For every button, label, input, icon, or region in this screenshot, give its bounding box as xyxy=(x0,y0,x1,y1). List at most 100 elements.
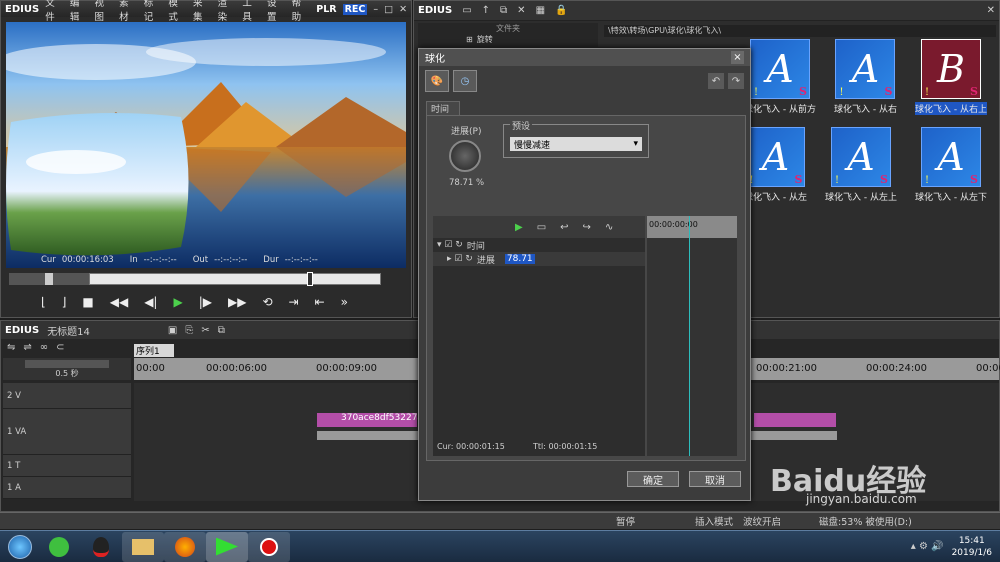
track-header-1va[interactable]: 1 VA xyxy=(3,409,131,455)
mode-plr[interactable]: PLR xyxy=(316,4,336,15)
tray-icons[interactable]: ▴ ⚙ 🔊 xyxy=(911,541,944,552)
tree-row-time[interactable]: ▾ ☑ ↻ 时间 xyxy=(433,238,645,252)
folder-icon[interactable]: ▭ xyxy=(462,5,471,16)
edius-taskbar-icon[interactable] xyxy=(206,531,248,562)
sphere-effect-dialog: 球化 × 🎨 ◷ ↶ ↷ 时间 进展(P) 78.71 % 预设 慢慢减速 ▾ ▶… xyxy=(418,48,751,501)
ruler-label: 00:00:06:00 xyxy=(206,363,268,374)
kf-comment-icon[interactable]: ▭ xyxy=(537,222,546,233)
tree-row-progress[interactable]: ▸ ☑ ↻ 进展 78.71 xyxy=(433,252,645,266)
tree-item[interactable]: ⊞ 旋转 xyxy=(418,34,598,45)
kf-graph-icon[interactable]: ∿ xyxy=(605,222,613,233)
kf-forward-icon[interactable]: ↪ xyxy=(583,222,591,233)
copy-icon[interactable]: ⧉ xyxy=(500,5,507,16)
maximize-icon[interactable]: □ xyxy=(384,4,393,15)
link-icon[interactable]: ∞ xyxy=(40,342,48,353)
firefox-icon[interactable] xyxy=(164,531,206,562)
set-out-icon[interactable]: ⌋ xyxy=(62,295,67,309)
more-icon[interactable]: » xyxy=(341,295,348,309)
progress-knob[interactable] xyxy=(449,140,481,172)
fast-forward-icon[interactable]: ▶▶ xyxy=(228,295,246,309)
dialog-close-icon[interactable]: × xyxy=(731,51,744,64)
effect-thumb[interactable]: A! S 球化飞入 - 从左上 xyxy=(825,127,897,203)
start-button[interactable] xyxy=(2,532,38,562)
clock-icon[interactable]: ◷ xyxy=(453,70,477,92)
track-header-1a[interactable]: 1 A xyxy=(3,477,131,499)
redo-icon[interactable]: ↷ xyxy=(728,73,744,89)
tree-progress-value[interactable]: 78.71 xyxy=(504,254,535,264)
menu-capture[interactable]: 采集 xyxy=(193,0,212,23)
undo-icon[interactable]: ↶ xyxy=(708,73,724,89)
play-icon[interactable]: ▶ xyxy=(173,295,182,309)
rewind-icon[interactable]: ◀◀ xyxy=(110,295,128,309)
cancel-button[interactable]: 取消 xyxy=(689,471,741,487)
video-clip-tail[interactable] xyxy=(754,413,836,427)
record-icon[interactable] xyxy=(248,531,290,562)
menu-clip[interactable]: 素材 xyxy=(119,0,138,23)
dialog-toolbar: 🎨 ◷ ↶ ↷ xyxy=(419,66,750,96)
menu-view[interactable]: 视图 xyxy=(94,0,113,23)
dur-label: Dur xyxy=(263,255,279,265)
shuttle-slider[interactable] xyxy=(9,273,89,285)
explorer-icon[interactable] xyxy=(122,531,164,562)
delete-icon[interactable]: ✕ xyxy=(517,5,525,16)
palette-icon[interactable]: 🎨 xyxy=(425,70,449,92)
paste-icon[interactable]: ⧉ xyxy=(218,325,225,336)
keyframe-graph[interactable]: 00:00:00:00 xyxy=(647,216,737,456)
insert-icon[interactable]: ⇥ xyxy=(289,295,299,309)
lock-icon[interactable]: 🔒 xyxy=(555,5,567,16)
menu-mode[interactable]: 模式 xyxy=(168,0,187,23)
kf-cur: Cur: 00:00:01:15 xyxy=(437,442,505,451)
transport-controls: ⌊ ⌋ ■ ◀◀ ◀| ▶ |▶ ▶▶ ⟲ ⇥ ⇤ » xyxy=(41,295,348,309)
up-icon[interactable]: ↑ xyxy=(482,5,490,16)
menu-edit[interactable]: 编辑 xyxy=(70,0,89,23)
effect-thumb[interactable]: A! S 球化飞入 - 从左 xyxy=(744,127,807,203)
stop-icon[interactable]: ■ xyxy=(82,295,93,309)
effect-thumb[interactable]: A! S 球化飞入 - 从左下 xyxy=(915,127,987,203)
step-back-icon[interactable]: ◀| xyxy=(144,295,157,309)
cur-label: Cur xyxy=(41,255,56,265)
effect-thumb[interactable]: A! S 球化飞入 - 从前方 xyxy=(744,39,816,115)
save-icon[interactable]: ⎘ xyxy=(185,325,193,336)
menu-settings[interactable]: 设置 xyxy=(267,0,286,23)
preview-monitor[interactable] xyxy=(6,22,406,268)
kf-playhead[interactable] xyxy=(689,216,690,456)
clock[interactable]: 15:41 2019/1/6 xyxy=(952,535,992,559)
position-scrubber[interactable] xyxy=(89,272,381,286)
track-name: 2 V xyxy=(7,390,21,401)
mode-rec[interactable]: REC xyxy=(342,3,368,15)
overwrite-icon[interactable]: ⇤ xyxy=(315,295,325,309)
close-icon[interactable]: ✕ xyxy=(399,4,407,15)
group-icon[interactable]: ⊂ xyxy=(56,342,64,353)
kf-play-icon[interactable]: ▶ xyxy=(515,222,523,233)
minimize-icon[interactable]: – xyxy=(373,4,378,15)
sync-icon[interactable]: ⇌ xyxy=(23,342,31,353)
effect-thumb-selected[interactable]: B! S 球化飞入 - 从右上 xyxy=(914,39,987,115)
loop-icon[interactable]: ⟲ xyxy=(262,295,272,309)
preset-dropdown[interactable]: 慢慢减速 ▾ xyxy=(510,137,642,151)
qq-icon[interactable] xyxy=(80,532,122,562)
mode-icon[interactable]: ⇋ xyxy=(7,342,15,353)
menu-marker[interactable]: 标记 xyxy=(144,0,163,23)
sequence-tab[interactable]: 序列1 xyxy=(134,344,174,357)
menu-file[interactable]: 文件 xyxy=(45,0,64,23)
menu-render[interactable]: 渲染 xyxy=(218,0,237,23)
browser-360-icon[interactable] xyxy=(38,532,80,562)
ok-button[interactable]: 确定 xyxy=(627,471,679,487)
set-in-icon[interactable]: ⌊ xyxy=(41,295,46,309)
effect-thumb[interactable]: A! S 球化飞入 - 从右 xyxy=(834,39,897,115)
cut-icon[interactable]: ✂ xyxy=(201,325,209,336)
menu-help[interactable]: 帮助 xyxy=(292,0,311,23)
tab-time[interactable]: 时间 xyxy=(426,101,460,115)
menu-tools[interactable]: 工具 xyxy=(242,0,261,23)
bin-close-icon[interactable]: ✕ xyxy=(987,5,995,16)
zoom-control[interactable]: 0.5 秒 xyxy=(3,358,131,380)
step-forward-icon[interactable]: |▶ xyxy=(199,295,212,309)
new-sequence-icon[interactable]: ▣ xyxy=(168,325,177,336)
kf-back-icon[interactable]: ↩ xyxy=(560,222,568,233)
view-icon[interactable]: ▦ xyxy=(536,5,545,16)
zoom-value: 0.5 秒 xyxy=(55,369,79,378)
track-header-1t[interactable]: 1 T xyxy=(3,455,131,477)
video-clip[interactable]: 370ace8df53227a2 xyxy=(317,413,429,427)
track-header-2v[interactable]: 2 V xyxy=(3,383,131,409)
in-value: --:--:--:-- xyxy=(143,255,177,265)
